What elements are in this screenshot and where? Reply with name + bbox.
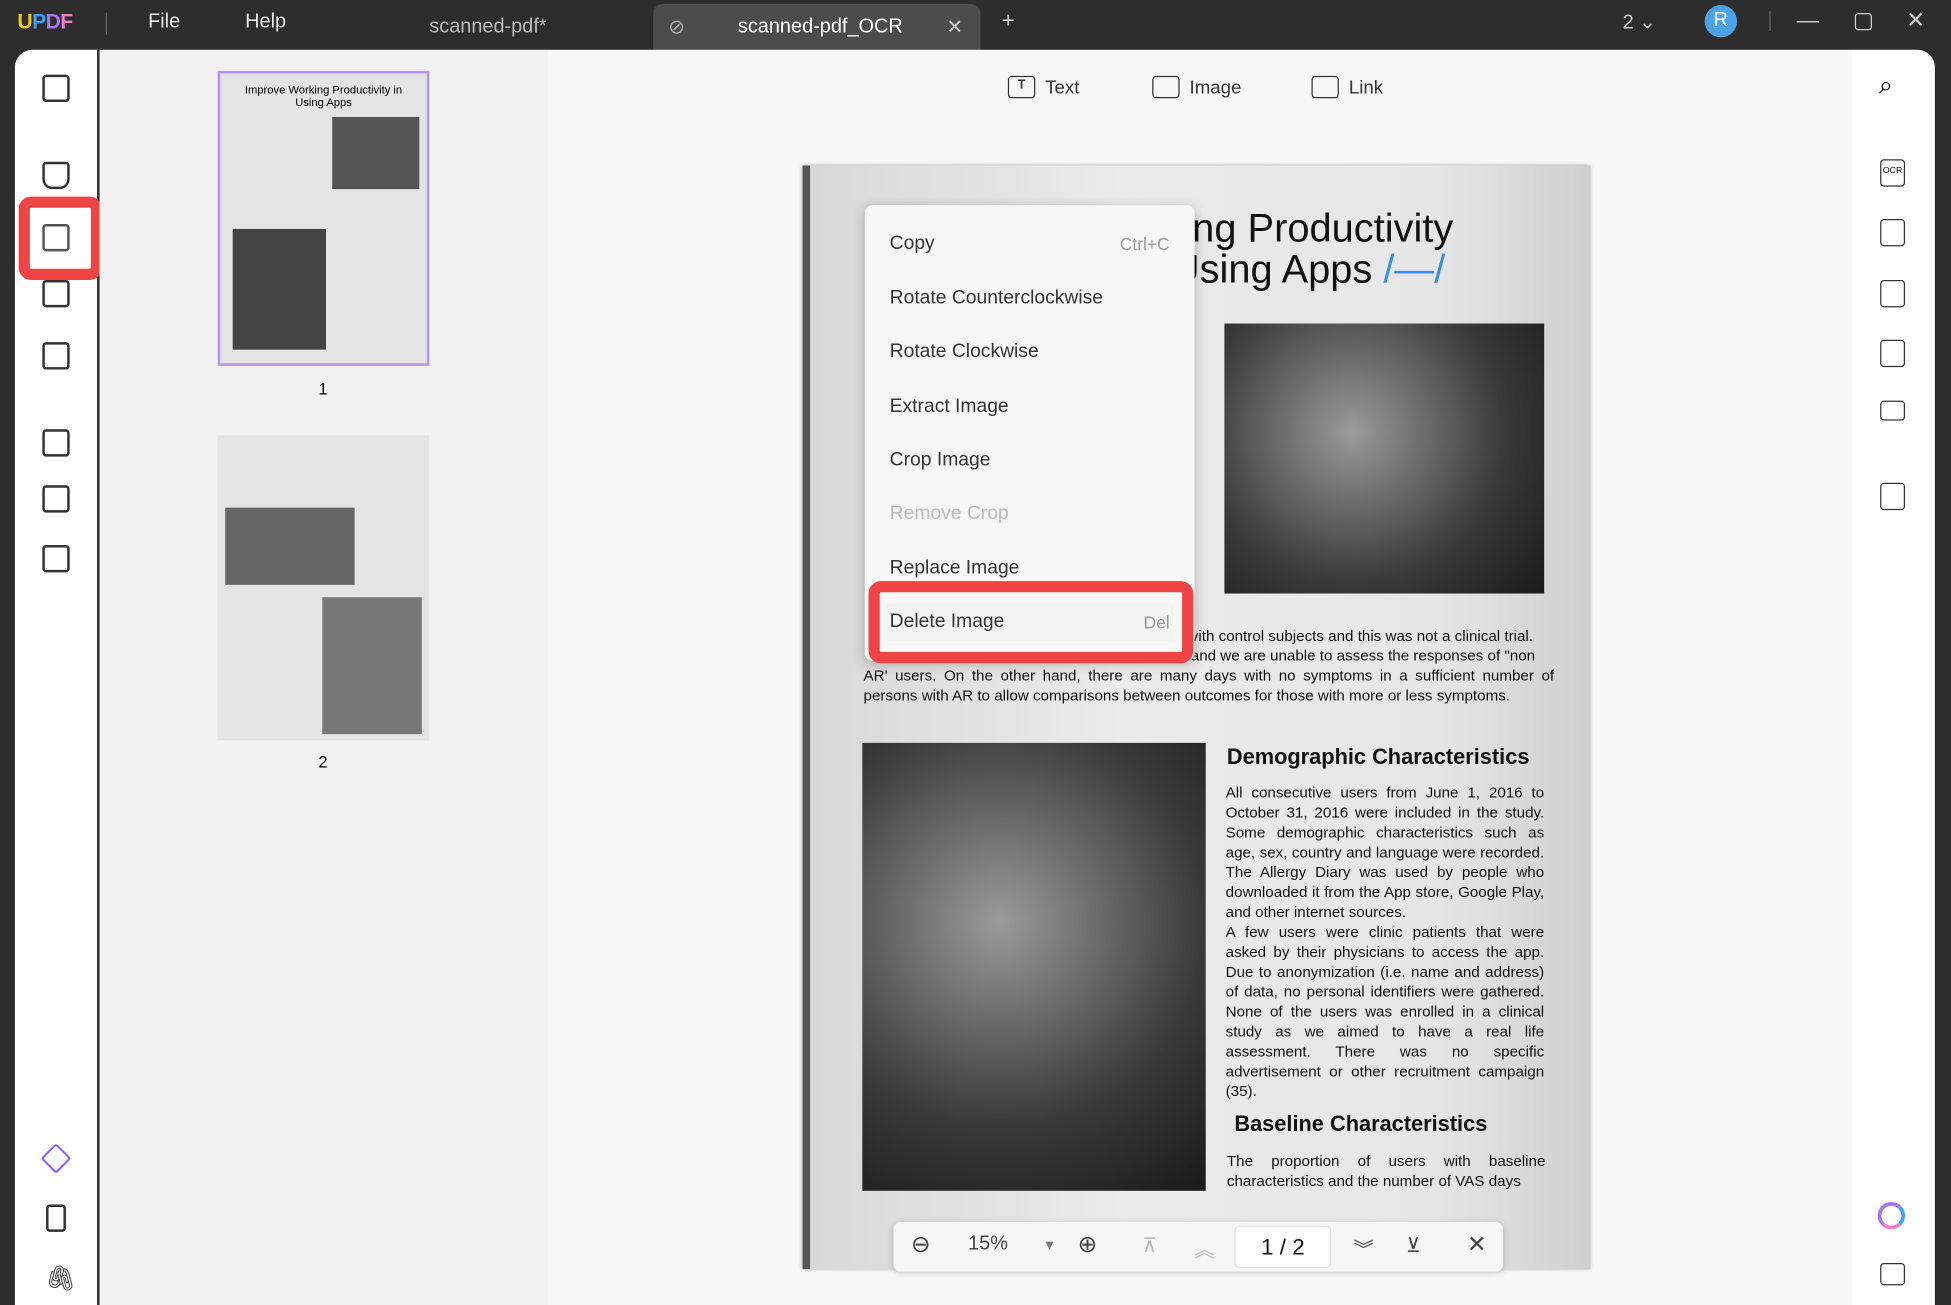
menu-rotate-clockwise[interactable]: Rotate Clockwise (890, 333, 1170, 370)
menu-help[interactable]: Help (245, 11, 286, 33)
doc-text: AR' users. On the other hand, there are … (863, 666, 1555, 705)
add-link-button[interactable]: Link (1311, 75, 1383, 99)
tab-scanned-pdf[interactable]: scanned-pdf* (429, 4, 578, 51)
bookmark-icon[interactable] (46, 1204, 66, 1232)
menu-file[interactable]: File (148, 11, 180, 33)
zoom-dropdown-icon[interactable]: ▼ (1043, 1238, 1057, 1253)
page-input[interactable]: 1 / 2 (1234, 1225, 1332, 1268)
minimize-button[interactable]: — (1797, 7, 1819, 33)
heading: Demographic Characteristics (1226, 744, 1530, 769)
menu-extract-image[interactable]: Extract Image (890, 388, 1170, 425)
link-icon (1311, 75, 1339, 99)
window-count-dropdown[interactable]: 2 ⌄ (1623, 10, 1656, 35)
comment-icon[interactable] (1880, 1262, 1906, 1286)
new-tab-button[interactable]: + (1002, 7, 1015, 33)
ocr-icon[interactable]: OCR (1880, 159, 1906, 187)
crop-icon[interactable] (42, 485, 70, 513)
image-icon (1152, 75, 1180, 99)
avatar[interactable]: R (1704, 4, 1738, 38)
tab-scanned-pdf-ocr[interactable]: ⊘ scanned-pdf_OCR ✕ (653, 3, 981, 52)
doc-text: vith control subjects and this was not a… (1190, 627, 1534, 645)
doc-text: All consecutive users from June 1, 2016 … (1225, 783, 1545, 921)
close-nav-button[interactable]: ✕ (1467, 1231, 1487, 1260)
thumb-title: Improve Working Productivity in Using Ap… (244, 83, 403, 109)
save-icon[interactable] (1880, 482, 1906, 511)
previous-page-button[interactable]: ︽ (1195, 1233, 1215, 1263)
page-thumbnail-2[interactable] (217, 435, 430, 741)
add-text-button[interactable]: T Text (1007, 75, 1079, 99)
page-number-1: 1 (318, 379, 328, 399)
add-image-button[interactable]: Image (1152, 75, 1241, 99)
doc-text: The proportion of users with baseline ch… (1226, 1152, 1546, 1190)
protect-icon[interactable] (1880, 279, 1906, 308)
doc-text: A few users were clinic patients that we… (1225, 923, 1545, 1100)
doc-title: ing Productivity Using Apps /—/ (1170, 205, 1454, 292)
meeting-photo[interactable] (1224, 323, 1545, 594)
document-area: T Text Image Link ing Productivity Using A… (547, 49, 1852, 1305)
reader-icon[interactable] (42, 74, 70, 103)
email-icon[interactable] (1880, 400, 1906, 421)
cloud-off-icon: ⊘ (668, 17, 685, 39)
edit-pdf-icon[interactable] (42, 223, 70, 252)
attachment-icon[interactable]: 🖇 (45, 1263, 77, 1294)
menu-copy[interactable]: Copy Ctrl+C (890, 225, 1170, 262)
ai-assistant-icon[interactable] (1877, 1201, 1906, 1230)
page-navigation-bar: ⊖ 15% ▼ ⊕ ⊼ ︽ 1 / 2 ︾ ⊻ ✕ (893, 1221, 1504, 1272)
compare-icon[interactable] (42, 545, 70, 573)
text-icon: T (1007, 75, 1036, 99)
first-page-button[interactable]: ⊼ (1142, 1233, 1157, 1258)
share-icon[interactable] (1880, 339, 1906, 368)
app-logo: UPDF (17, 9, 73, 34)
right-toolbar: ⌕ OCR (1851, 49, 1935, 1305)
sign-icon[interactable] (42, 342, 70, 370)
students-photo[interactable] (862, 742, 1206, 1191)
menu-crop-image[interactable]: Crop Image (890, 442, 1170, 479)
maximize-button[interactable]: ▢ (1853, 7, 1874, 33)
tab-label: scanned-pdf_OCR (737, 16, 903, 38)
thumbnail-panel: Improve Working Productivity in Using Ap… (99, 49, 548, 1305)
image-context-menu: Copy Ctrl+C Rotate Counterclockwise Rotat… (864, 205, 1195, 664)
page-number-2: 2 (318, 752, 328, 772)
page-thumbnail-1[interactable]: Improve Working Productivity in Using Ap… (217, 70, 430, 366)
layers-icon[interactable] (40, 1142, 72, 1174)
convert-icon[interactable] (1880, 218, 1906, 247)
menu-delete-image[interactable]: Delete Image Del (885, 603, 1174, 641)
close-tab-icon[interactable]: ✕ (946, 15, 963, 40)
close-window-button[interactable]: ✕ (1906, 7, 1925, 33)
menu-remove-crop: Remove Crop (889, 502, 1009, 524)
form-icon[interactable] (42, 279, 70, 308)
organize-pages-icon[interactable] (42, 429, 70, 457)
menu-rotate-counterclockwise[interactable]: Rotate Counterclockwise (890, 280, 1170, 317)
zoom-level[interactable]: 15% (968, 1233, 1008, 1255)
left-toolbar: 🖇 (14, 49, 103, 1305)
last-page-button[interactable]: ⊻ (1406, 1233, 1421, 1258)
heading: Baseline Characteristics (1234, 1111, 1488, 1137)
zoom-in-button[interactable]: ⊕ (1078, 1231, 1098, 1260)
doc-text: and we are unable to assess the response… (1190, 647, 1536, 665)
search-icon[interactable]: ⌕ (1879, 72, 1893, 101)
title-bar: UPDF File Help scanned-pdf* ⊘ scanned-pd… (0, 0, 1951, 52)
zoom-out-button[interactable]: ⊖ (911, 1231, 931, 1260)
highlighter-icon[interactable] (42, 161, 70, 190)
next-page-button[interactable]: ︾ (1354, 1233, 1374, 1263)
tab-label: scanned-pdf* (429, 16, 547, 38)
